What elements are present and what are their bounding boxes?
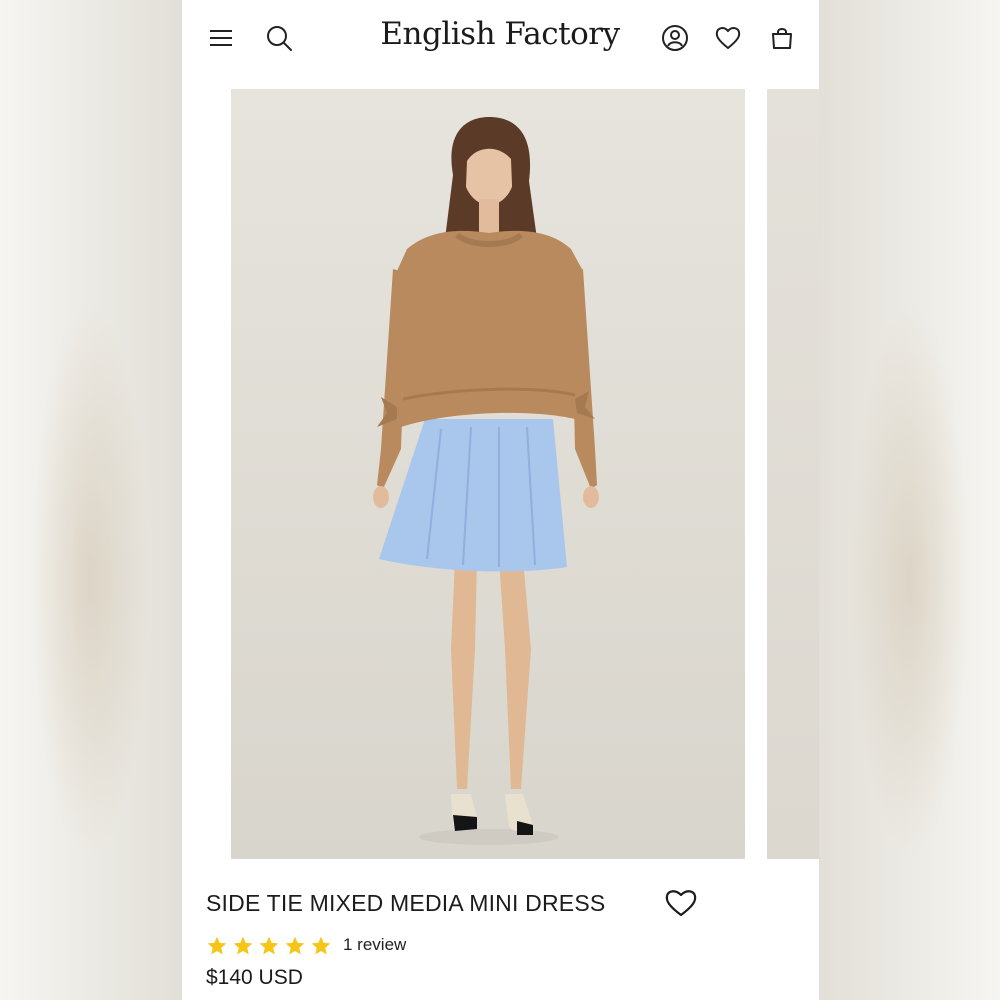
star-icon	[207, 936, 227, 955]
cart-icon	[772, 28, 792, 49]
star-icon	[285, 936, 305, 955]
left-backdrop	[0, 0, 182, 1000]
search-button[interactable]	[263, 22, 295, 54]
top-bar: English Factory	[182, 0, 819, 78]
add-to-wishlist-button[interactable]	[664, 888, 700, 920]
next-image-peek[interactable]	[767, 89, 819, 859]
account-icon	[662, 25, 688, 51]
model-photo	[373, 117, 599, 845]
star-icon	[259, 936, 279, 955]
menu-icon	[210, 30, 232, 46]
product-title: SIDE TIE MIXED MEDIA MINI DRESS	[206, 890, 606, 916]
rating-stars[interactable]	[206, 935, 332, 957]
product-image[interactable]	[231, 89, 745, 859]
product-gallery[interactable]	[231, 89, 819, 859]
review-count-link[interactable]: 1 review	[343, 935, 406, 955]
star-icon	[311, 936, 331, 955]
right-backdrop	[818, 0, 1000, 1000]
account-button[interactable]	[659, 22, 691, 54]
product-price: $140 USD	[206, 966, 303, 989]
heart-icon	[665, 890, 697, 917]
star-icon	[233, 936, 253, 955]
wishlist-button[interactable]	[712, 22, 744, 54]
search-icon	[267, 26, 292, 51]
cart-button[interactable]	[766, 22, 798, 54]
menu-button[interactable]	[205, 22, 237, 54]
brand-logo[interactable]: English Factory	[332, 16, 668, 52]
wishlist-icon	[715, 27, 741, 49]
product-page: English Factory SIDE TIE MIXED MEDIA MIN…	[182, 0, 819, 1000]
